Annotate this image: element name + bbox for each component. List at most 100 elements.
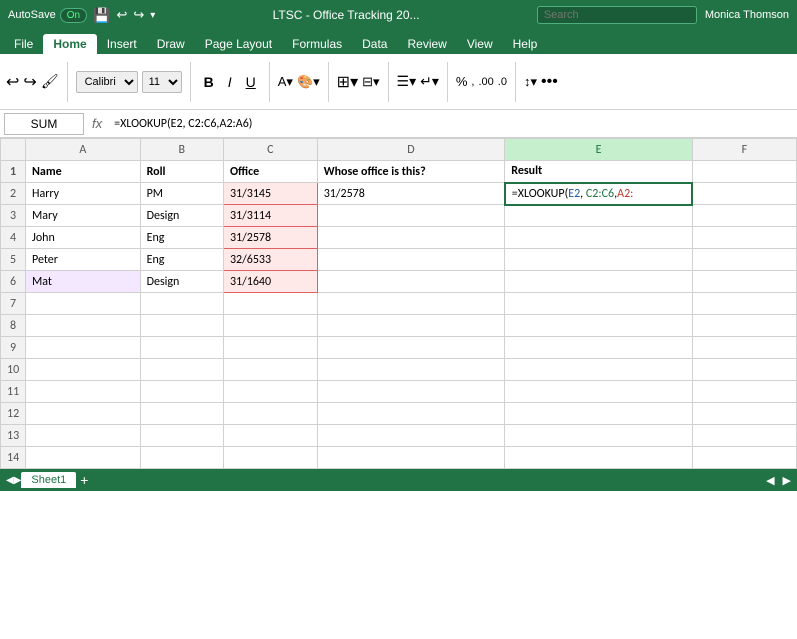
format-painter-icon[interactable]: 🖌 bbox=[41, 73, 59, 90]
tab-help[interactable]: Help bbox=[503, 34, 548, 54]
add-sheet-button[interactable]: + bbox=[80, 472, 88, 488]
cell-f1[interactable] bbox=[692, 161, 796, 183]
name-box[interactable] bbox=[4, 113, 84, 135]
align-icon[interactable]: ☰▾ bbox=[397, 73, 417, 90]
font-size-select[interactable]: 11 bbox=[142, 71, 182, 93]
cell-a2[interactable]: Harry bbox=[26, 183, 141, 205]
cell-d2[interactable]: 31/2578 bbox=[317, 183, 505, 205]
autosave-area: AutoSave On bbox=[8, 8, 87, 23]
sort-icon[interactable]: ↕▾ bbox=[524, 74, 537, 90]
cell-f4[interactable] bbox=[692, 227, 796, 249]
cell-b4[interactable]: Eng bbox=[140, 227, 223, 249]
number-format-icon[interactable]: % bbox=[456, 74, 468, 89]
underline-button[interactable]: U bbox=[241, 73, 261, 91]
table-row: 8 bbox=[1, 315, 797, 337]
spreadsheet-grid: A B C D E F 1 Name Roll Office Whose off… bbox=[0, 138, 797, 469]
cell-e5[interactable] bbox=[505, 249, 693, 271]
cell-a3[interactable]: Mary bbox=[26, 205, 141, 227]
col-header-a[interactable]: A bbox=[26, 139, 141, 161]
cell-c3[interactable]: 31/3114 bbox=[223, 205, 317, 227]
undo-icon[interactable]: ↩ bbox=[116, 7, 127, 23]
cell-a5[interactable]: Peter bbox=[26, 249, 141, 271]
cell-c4[interactable]: 31/2578 bbox=[223, 227, 317, 249]
formula-input[interactable] bbox=[110, 113, 793, 135]
col-header-c[interactable]: C bbox=[223, 139, 317, 161]
col-header-e[interactable]: E bbox=[505, 139, 693, 161]
italic-button[interactable]: I bbox=[223, 73, 237, 91]
cell-b3[interactable]: Design bbox=[140, 205, 223, 227]
cell-e1[interactable]: Result bbox=[505, 161, 693, 183]
sheet-tab-sheet1[interactable]: Sheet1 bbox=[21, 472, 76, 488]
col-header-f[interactable]: F bbox=[692, 139, 796, 161]
cell-e4[interactable] bbox=[505, 227, 693, 249]
wrap-icon[interactable]: ↵▾ bbox=[420, 73, 439, 90]
tab-review[interactable]: Review bbox=[397, 34, 456, 54]
tab-view[interactable]: View bbox=[457, 34, 503, 54]
cell-a4[interactable]: John bbox=[26, 227, 141, 249]
cell-e6[interactable] bbox=[505, 271, 693, 293]
row-num-4: 4 bbox=[1, 227, 26, 249]
cell-b5[interactable]: Eng bbox=[140, 249, 223, 271]
cell-f6[interactable] bbox=[692, 271, 796, 293]
bold-button[interactable]: B bbox=[199, 73, 219, 91]
sep3 bbox=[269, 62, 270, 102]
cell-b6[interactable]: Design bbox=[140, 271, 223, 293]
cell-a1[interactable]: Name bbox=[26, 161, 141, 183]
col-header-d[interactable]: D bbox=[317, 139, 505, 161]
tab-file[interactable]: File bbox=[4, 34, 43, 54]
borders-icon[interactable]: ⊞▾ bbox=[337, 72, 358, 92]
cell-c1[interactable]: Office bbox=[223, 161, 317, 183]
cell-e3[interactable] bbox=[505, 205, 693, 227]
user-name: Monica Thomson bbox=[705, 9, 789, 21]
row-num-6: 6 bbox=[1, 271, 26, 293]
decrease-decimal-icon[interactable]: .0 bbox=[498, 76, 507, 88]
cell-f2[interactable] bbox=[692, 183, 796, 205]
table-row: 11 bbox=[1, 381, 797, 403]
cell-f5[interactable] bbox=[692, 249, 796, 271]
cell-d4[interactable] bbox=[317, 227, 505, 249]
dropdown-icon[interactable]: ▾ bbox=[150, 10, 155, 21]
font-family-select[interactable]: Calibri bbox=[76, 71, 138, 93]
scroll-right-icon[interactable]: ▶ bbox=[14, 475, 22, 486]
tab-data[interactable]: Data bbox=[352, 34, 397, 54]
cell-b2[interactable]: PM bbox=[140, 183, 223, 205]
bottom-right-area: ◀ ▶ bbox=[766, 474, 791, 487]
tab-home[interactable]: Home bbox=[43, 34, 96, 54]
undo-ribbon-icon[interactable]: ↩ bbox=[6, 72, 19, 92]
cell-e2[interactable]: =XLOOKUP(E2, C2:C6,A2: bbox=[505, 183, 693, 205]
redo-ribbon-icon[interactable]: ↪ bbox=[23, 72, 36, 92]
cell-d5[interactable] bbox=[317, 249, 505, 271]
cell-c6[interactable]: 31/1640 bbox=[223, 271, 317, 293]
scroll-left-icon2[interactable]: ◀ bbox=[766, 474, 774, 487]
cell-d1[interactable]: Whose office is this? bbox=[317, 161, 505, 183]
save-icon[interactable]: 💾 bbox=[93, 7, 110, 24]
scroll-right-icon2[interactable]: ▶ bbox=[783, 474, 791, 487]
comma-icon[interactable]: , bbox=[471, 76, 474, 88]
cell-b1[interactable]: Roll bbox=[140, 161, 223, 183]
tab-draw[interactable]: Draw bbox=[147, 34, 195, 54]
cell-f3[interactable] bbox=[692, 205, 796, 227]
increase-decimal-icon[interactable]: .00 bbox=[478, 76, 493, 88]
cell-c2[interactable]: 31/3145 bbox=[223, 183, 317, 205]
search-input[interactable] bbox=[537, 6, 697, 24]
tab-formulas[interactable]: Formulas bbox=[282, 34, 352, 54]
more-icon[interactable]: ••• bbox=[541, 73, 558, 91]
merge-icon[interactable]: ⊟▾ bbox=[362, 74, 379, 90]
cell-c5[interactable]: 32/6533 bbox=[223, 249, 317, 271]
tab-page-layout[interactable]: Page Layout bbox=[195, 34, 282, 54]
cell-a6[interactable]: Mat bbox=[26, 271, 141, 293]
scroll-left-icon[interactable]: ◀ bbox=[6, 475, 14, 486]
formula-bar: fx bbox=[0, 110, 797, 138]
cell-d6[interactable] bbox=[317, 271, 505, 293]
redo-icon[interactable]: ↪ bbox=[133, 7, 144, 23]
tab-insert[interactable]: Insert bbox=[97, 34, 147, 54]
font-color-icon[interactable]: A▾ bbox=[278, 74, 293, 90]
cell-d3[interactable] bbox=[317, 205, 505, 227]
sep1 bbox=[67, 62, 68, 102]
autosave-toggle[interactable]: On bbox=[60, 8, 87, 23]
row-num-1: 1 bbox=[1, 161, 26, 183]
fill-color-icon[interactable]: 🎨▾ bbox=[297, 74, 320, 90]
title-bar-title: LTSC - Office Tracking 20... bbox=[273, 8, 420, 22]
col-header-b[interactable]: B bbox=[140, 139, 223, 161]
row-num-3: 3 bbox=[1, 205, 26, 227]
